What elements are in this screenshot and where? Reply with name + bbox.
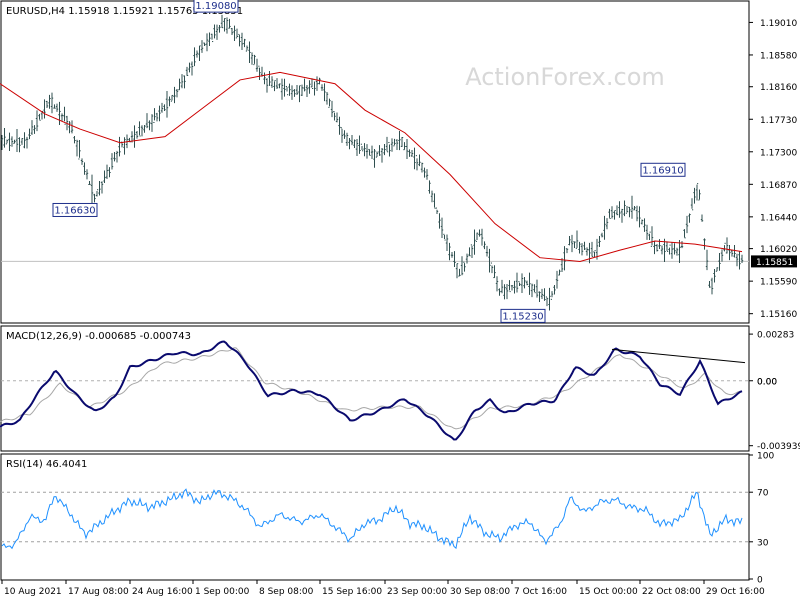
x-axis-date-label: 10 Aug 2021 (4, 587, 62, 597)
macd-signal-line (0, 347, 743, 430)
rsi-y-tick-label: 30 (757, 538, 769, 548)
x-axis-date-label: 15 Oct 00:00 (579, 587, 638, 597)
x-axis-date-label: 24 Aug 16:00 (132, 587, 193, 597)
price-y-tick-label: 1.15160 (760, 310, 797, 320)
macd-trendline (611, 348, 746, 364)
macd-line (0, 340, 743, 441)
current-price-label: 1.15851 (756, 258, 793, 268)
x-axis-date-label: 7 Oct 16:00 (514, 587, 567, 597)
moving-average-line (0, 71, 743, 262)
price-y-tick-label: 1.16870 (760, 181, 797, 191)
price-y-tick-label: 1.18580 (760, 51, 797, 61)
price-y-tick-label: 1.19010 (760, 19, 797, 29)
price-y-tick-label: 1.15590 (760, 278, 797, 288)
x-axis-date-label: 15 Sep 16:00 (322, 587, 382, 597)
macd-zero-label: 0.00 (757, 377, 777, 387)
price-y-tick-label: 1.17730 (760, 116, 797, 126)
x-axis-date-label: 8 Sep 08:00 (259, 587, 314, 597)
price-annotation-label: 1.15230 (502, 311, 543, 322)
price-annotation-label: 1.19080 (195, 1, 236, 12)
x-axis-date-label: 22 Oct 08:00 (642, 587, 701, 597)
rsi-y-tick-label: 70 (757, 489, 769, 499)
rsi-line (1, 488, 743, 550)
price-annotation-label: 1.16910 (642, 165, 683, 176)
price-y-tick-label: 1.17300 (760, 148, 797, 158)
watermark-text: ActionForex.com (465, 63, 665, 91)
rsi-y-tick-label: 100 (757, 452, 774, 462)
rsi-panel-frame (0, 453, 750, 581)
x-axis-date-label: 29 Oct 16:00 (706, 587, 765, 597)
forex-chart: ActionForex.com EURUSD,H4 1.15918 1.1592… (0, 0, 800, 597)
macd-panel-frame (0, 325, 750, 452)
x-axis-date-label: 23 Sep 00:00 (387, 587, 447, 597)
rsi-y-tick-label: 0 (757, 576, 763, 586)
x-axis-date-label: 1 Sep 00:00 (195, 587, 250, 597)
price-annotation-label: 1.16630 (54, 205, 95, 216)
macd-y-tick-label: 0.00283 (757, 331, 794, 341)
rsi-panel-title: RSI(14) 46.4041 (6, 459, 87, 470)
x-axis-date-label: 17 Aug 08:00 (68, 587, 129, 597)
price-y-tick-label: 1.16440 (760, 213, 797, 223)
price-y-tick-label: 1.16020 (760, 245, 797, 255)
macd-panel-title: MACD(12,26,9) -0.000685 -0.000743 (6, 331, 191, 342)
price-y-tick-label: 1.18160 (760, 83, 797, 93)
x-axis-date-label: 30 Sep 08:00 (450, 587, 510, 597)
